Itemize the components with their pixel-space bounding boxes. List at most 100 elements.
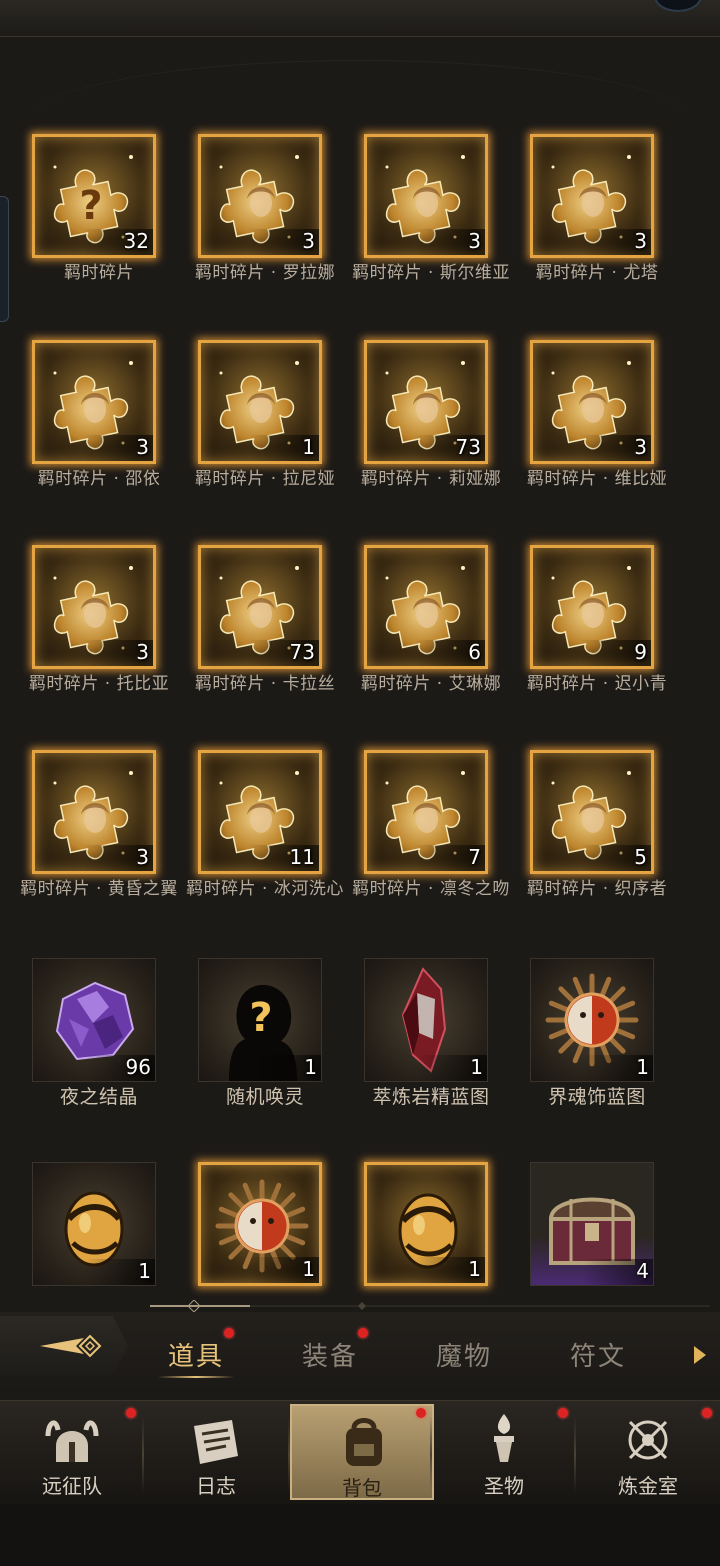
item-name: 羁时碎片 · 邵依 [37, 469, 161, 489]
item-tile[interactable]: 3 [32, 340, 156, 464]
item-tile[interactable]: 3 [530, 340, 654, 464]
item-name: 羁时碎片 · 凛冬之吻 [352, 879, 510, 899]
item-tile[interactable]: ? 1 [198, 958, 322, 1082]
nav-label: 日志 [196, 1474, 236, 1498]
item-tile[interactable]: 3 [32, 545, 156, 669]
item-tile[interactable]: ? 32 [32, 134, 156, 258]
item-tile[interactable]: 73 [198, 545, 322, 669]
item-tile[interactable]: 1 [198, 1162, 322, 1286]
item-count: 3 [634, 435, 647, 459]
item-tile[interactable]: 1 [364, 958, 488, 1082]
item-tile[interactable]: 1 [32, 1162, 156, 1286]
notification-dot [558, 1408, 568, 1418]
item-name: 羁时碎片 · 托比亚 [28, 674, 170, 694]
item-count: 1 [304, 1055, 317, 1079]
svg-text:?: ? [79, 183, 102, 229]
item-name: 夜之结晶 [59, 1086, 138, 1108]
item-name: 界魂饰蓝图 [548, 1086, 646, 1108]
item-tile[interactable]: 1 [364, 1162, 488, 1286]
item-name: 羁时碎片 [64, 263, 134, 283]
nav-separator [142, 1416, 144, 1492]
item-count: 11 [289, 845, 315, 869]
item-count: 32 [123, 229, 149, 253]
nav-label: 远征队 [42, 1474, 102, 1498]
footer-strip [0, 1504, 720, 1566]
inventory-grid: ? 32 羁时碎片 3 羁时碎片 · 罗拉娜 3 羁时碎片 · 斯尔维亚 3 羁时碎片 · 尤塔… [0, 0, 720, 1300]
notification-dot [702, 1408, 712, 1418]
item-tile[interactable]: 9 [530, 545, 654, 669]
item-name: 羁时碎片 · 维比娅 [526, 469, 668, 489]
item-name: 羁时碎片 · 罗拉娜 [194, 263, 336, 283]
item-name: 羁时碎片 · 迟小青 [526, 674, 668, 694]
notification-dot [416, 1408, 426, 1418]
item-tile[interactable]: 3 [32, 750, 156, 874]
item-count: 3 [302, 229, 315, 253]
item-tile[interactable]: 1 [198, 340, 322, 464]
item-count: 5 [634, 845, 647, 869]
item-count: 1 [302, 1257, 315, 1281]
item-tile[interactable]: 3 [198, 134, 322, 258]
item-count: 3 [136, 640, 149, 664]
notification-dot [224, 1328, 234, 1338]
item-tile[interactable]: 4 [530, 1162, 654, 1286]
tab-2[interactable]: 装备 [270, 1336, 390, 1373]
item-name: 随机唤灵 [225, 1086, 304, 1108]
item-count: 3 [136, 435, 149, 459]
item-name: 萃炼岩精蓝图 [372, 1086, 490, 1108]
item-name: 羁时碎片 · 冰河洗心 [186, 879, 344, 899]
item-tile[interactable]: 1 [530, 958, 654, 1082]
item-tile[interactable]: 73 [364, 340, 488, 464]
item-tile[interactable]: 7 [364, 750, 488, 874]
item-count: 1 [470, 1055, 483, 1079]
item-tile[interactable]: 96 [32, 958, 156, 1082]
nav-label: 圣物 [484, 1474, 524, 1498]
svg-text:?: ? [249, 995, 272, 1041]
item-count: 7 [468, 845, 481, 869]
tab-4[interactable]: 符文 [538, 1336, 658, 1373]
item-count: 1 [302, 435, 315, 459]
item-tile[interactable]: 3 [364, 134, 488, 258]
item-tile[interactable]: 5 [530, 750, 654, 874]
nav-alchemy[interactable]: 炼金室 [576, 1404, 720, 1500]
nav-viking-helmet[interactable]: 远征队 [0, 1404, 144, 1500]
notification-dot [358, 1328, 368, 1338]
back-arrow-icon [40, 1334, 102, 1358]
tab-1[interactable]: 道具 [136, 1336, 256, 1373]
tabs-next-arrow-icon[interactable] [694, 1346, 706, 1364]
item-count: 9 [634, 640, 647, 664]
item-tile[interactable]: 6 [364, 545, 488, 669]
item-count: 4 [636, 1259, 649, 1283]
item-name: 羁时碎片 · 艾琳娜 [360, 674, 502, 694]
nav-torch-relic[interactable]: 圣物 [432, 1404, 576, 1500]
nav-scroll[interactable]: 日志 [144, 1404, 288, 1500]
item-tile[interactable]: 3 [530, 134, 654, 258]
item-count: 3 [136, 845, 149, 869]
nav-label: 背包 [342, 1476, 382, 1500]
tab-3[interactable]: 魔物 [404, 1336, 524, 1373]
active-tab-underline [158, 1376, 234, 1378]
nav-separator [430, 1416, 432, 1492]
item-count: 73 [455, 435, 481, 459]
item-count: 73 [289, 640, 315, 664]
nav-separator [574, 1416, 576, 1492]
item-count: 3 [634, 229, 647, 253]
nav-label: 炼金室 [618, 1474, 678, 1498]
item-name: 羁时碎片 · 卡拉丝 [194, 674, 336, 694]
notification-dot [126, 1408, 136, 1418]
item-count: 1 [468, 1257, 481, 1281]
item-count: 96 [125, 1055, 151, 1079]
nav-separator [288, 1416, 290, 1492]
item-tile[interactable]: 11 [198, 750, 322, 874]
back-button[interactable] [0, 1316, 128, 1376]
item-count: 1 [636, 1055, 649, 1079]
item-count: 3 [468, 229, 481, 253]
nav-backpack[interactable]: 背包 [290, 1404, 434, 1500]
item-name: 羁时碎片 · 黄昏之翼 [20, 879, 178, 899]
grid-divider [150, 1300, 710, 1312]
item-name: 羁时碎片 · 拉尼娅 [194, 469, 336, 489]
item-count: 1 [138, 1259, 151, 1283]
item-name: 羁时碎片 · 织序者 [526, 879, 668, 899]
item-name: 羁时碎片 · 尤塔 [535, 263, 659, 283]
item-name: 羁时碎片 · 莉娅娜 [360, 469, 502, 489]
item-name: 羁时碎片 · 斯尔维亚 [352, 263, 510, 283]
